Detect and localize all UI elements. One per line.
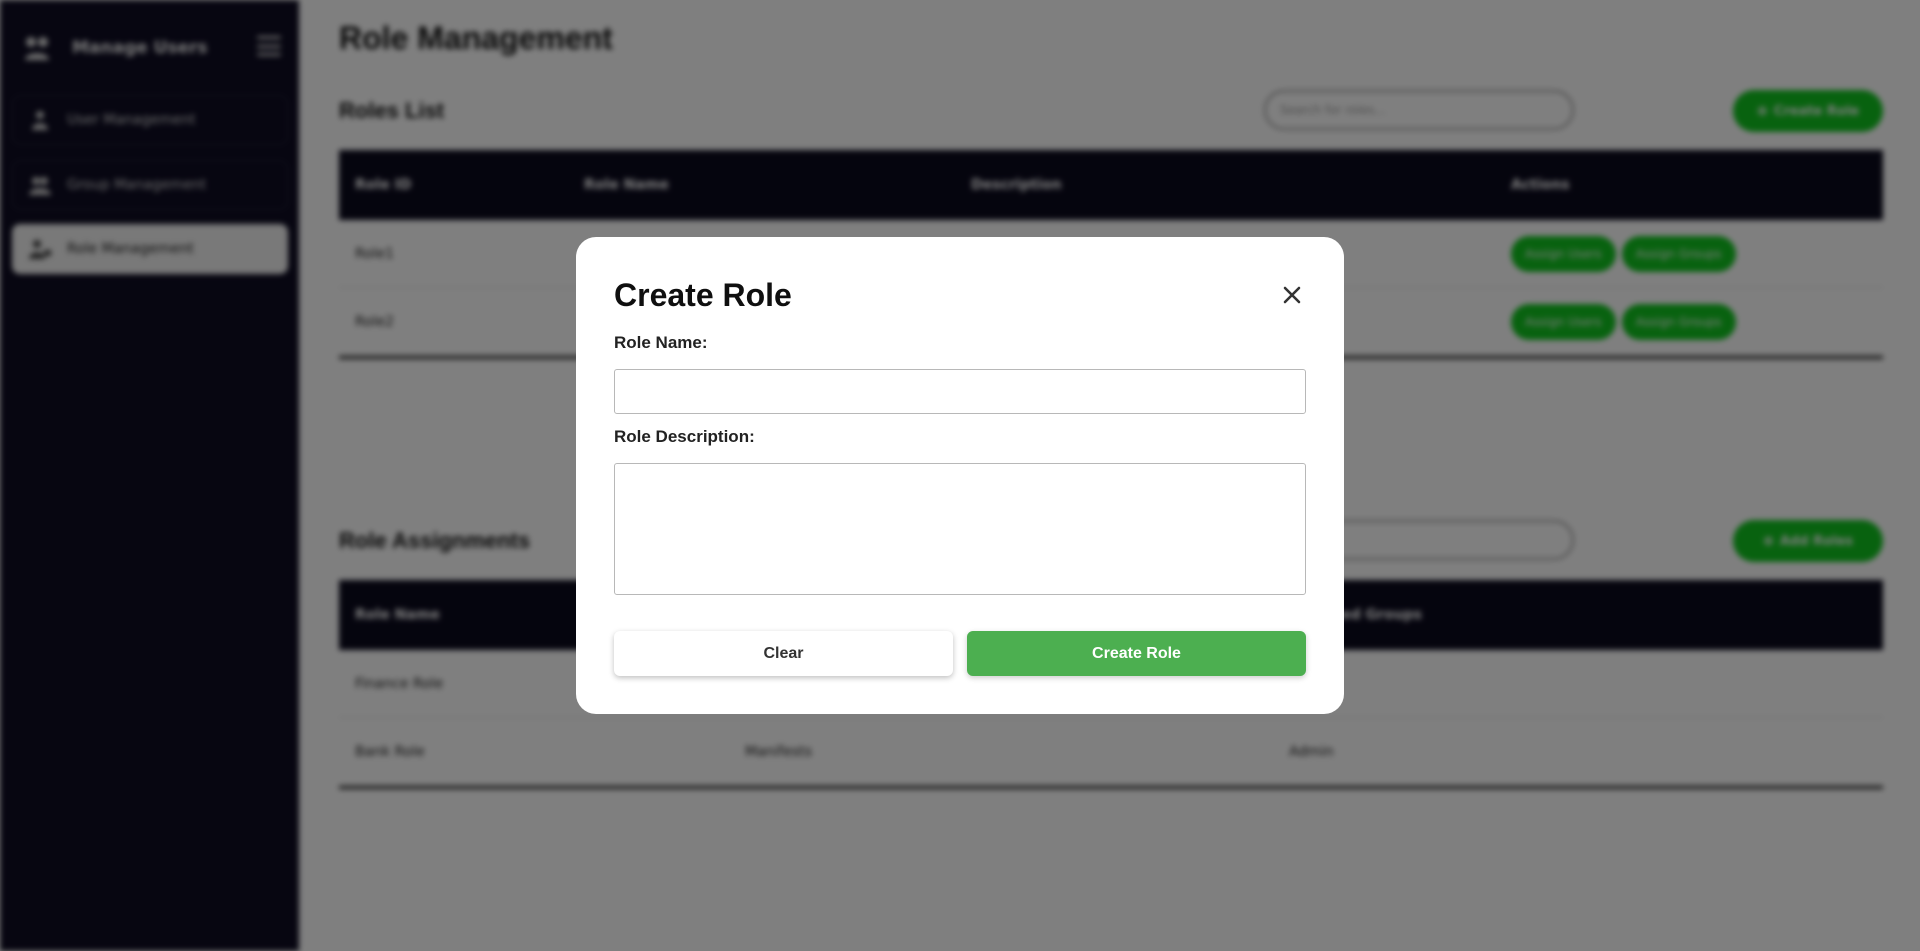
create-role-modal: Create Role Role Name: Role Description:… [576,237,1344,714]
role-name-label: Role Name: [614,333,708,352]
modal-title: Create Role [614,277,792,313]
role-description-label: Role Description: [614,427,755,446]
close-icon[interactable] [1278,281,1306,309]
role-description-textarea[interactable] [614,463,1306,595]
create-role-submit-button[interactable]: Create Role [967,631,1306,676]
role-name-input[interactable] [614,369,1306,414]
clear-button[interactable]: Clear [614,631,953,676]
